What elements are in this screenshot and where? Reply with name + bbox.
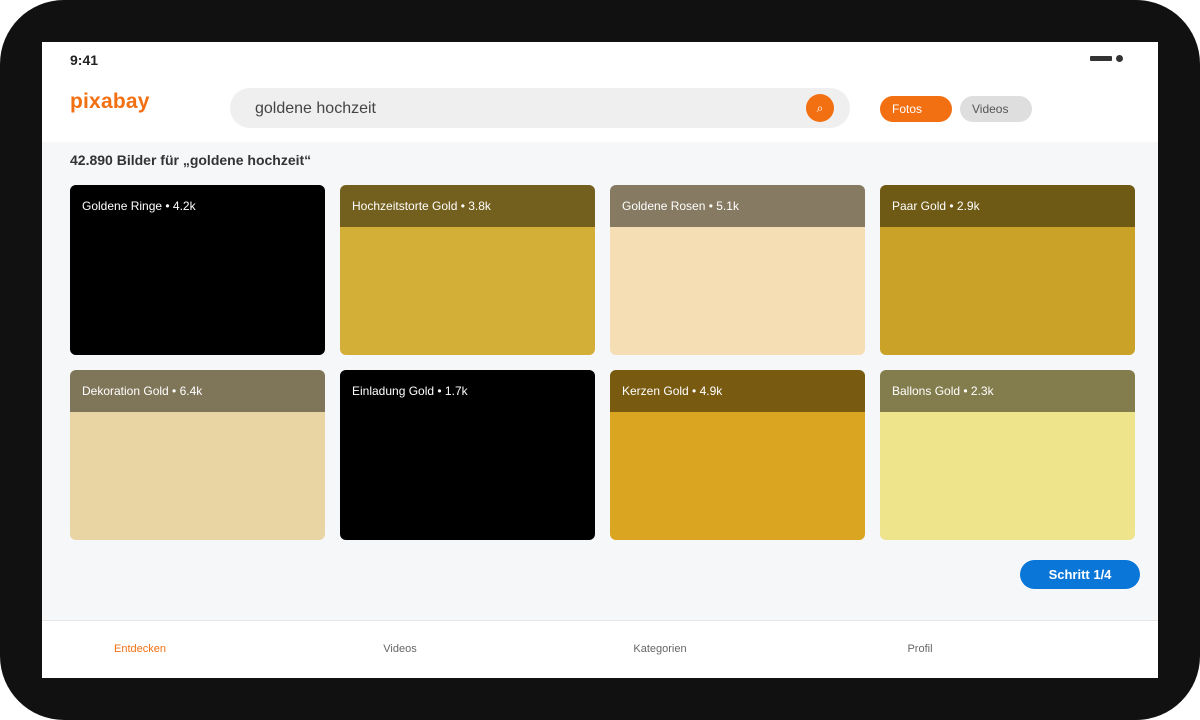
step-button[interactable]: Schritt 1/4: [1020, 560, 1140, 589]
logo[interactable]: pixabay: [70, 90, 150, 114]
card-label: Dekoration Gold • 6.4k: [70, 370, 325, 412]
signal-icon: [1116, 55, 1123, 62]
device-frame: 9:41 pixabay goldene hochzeit ⌕ Fotos Vi…: [0, 0, 1200, 720]
image-card[interactable]: Dekoration Gold • 6.4k: [70, 370, 325, 540]
nav-item-profil[interactable]: Profil: [860, 643, 980, 655]
search-input[interactable]: goldene hochzeit: [255, 100, 376, 118]
battery-icon: [1090, 56, 1112, 61]
image-card[interactable]: Ballons Gold • 2.3k: [880, 370, 1135, 540]
nav-item-entdecken[interactable]: Entdecken: [80, 643, 200, 655]
status-time: 9:41: [70, 52, 99, 68]
card-label: Paar Gold • 2.9k: [880, 185, 1135, 227]
image-card[interactable]: Goldene Rosen • 5.1k: [610, 185, 865, 355]
search-bar[interactable]: goldene hochzeit ⌕: [230, 88, 850, 128]
card-label: Kerzen Gold • 4.9k: [610, 370, 865, 412]
card-label: Einladung Gold • 1.7k: [340, 370, 595, 412]
filter-fotos[interactable]: Fotos: [880, 96, 952, 122]
result-count: 42.890 Bilder für „goldene hochzeit“: [70, 152, 312, 168]
image-card[interactable]: Hochzeitstorte Gold • 3.8k: [340, 185, 595, 355]
image-card[interactable]: Einladung Gold • 1.7k: [340, 370, 595, 540]
card-label: Goldene Ringe • 4.2k: [70, 185, 325, 227]
status-bar: 9:41: [42, 42, 1158, 78]
nav-item-kategorien[interactable]: Kategorien: [600, 643, 720, 655]
nav-item-videos[interactable]: Videos: [340, 643, 460, 655]
screen: 9:41 pixabay goldene hochzeit ⌕ Fotos Vi…: [42, 42, 1158, 678]
header: pixabay goldene hochzeit ⌕ Fotos Videos: [42, 78, 1158, 142]
image-card[interactable]: Paar Gold • 2.9k: [880, 185, 1135, 355]
card-label: Hochzeitstorte Gold • 3.8k: [340, 185, 595, 227]
card-label: Ballons Gold • 2.3k: [880, 370, 1135, 412]
image-card[interactable]: Goldene Ringe • 4.2k: [70, 185, 325, 355]
filter-videos[interactable]: Videos: [960, 96, 1032, 122]
image-card[interactable]: Kerzen Gold • 4.9k: [610, 370, 865, 540]
card-label: Goldene Rosen • 5.1k: [610, 185, 865, 227]
bottom-nav: Entdecken Videos Kategorien Profil: [42, 620, 1158, 678]
search-icon[interactable]: ⌕: [806, 94, 834, 122]
